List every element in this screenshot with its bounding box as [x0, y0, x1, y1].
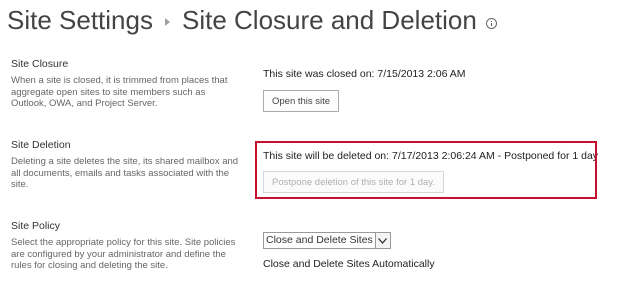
page-title: Site Closure and Deletion [181, 4, 477, 35]
page-header: Site Settings Site Closure and Deletion [7, 2, 497, 38]
site-deletion-description: Deleting a site deletes the site, its sh… [11, 156, 239, 190]
site-policy-description: Select the appropriate policy for this s… [11, 237, 236, 271]
site-deletion-heading: Site Deletion [11, 139, 71, 151]
site-policy-detail: Close and Delete Sites Automatically [263, 258, 435, 270]
site-policy-select[interactable]: Close and Delete Sites [263, 232, 391, 249]
open-site-button[interactable]: Open this site [263, 90, 340, 112]
chevron-down-icon[interactable] [374, 233, 390, 248]
deletion-highlight-box [255, 141, 597, 199]
site-closed-status: This site was closed on: 7/15/2013 2:06 … [263, 68, 466, 80]
breadcrumb-site-settings[interactable]: Site Settings [7, 5, 153, 36]
info-icon[interactable] [485, 17, 497, 29]
site-policy-selected-value: Close and Delete Sites [266, 234, 373, 246]
site-policy-heading: Site Policy [11, 220, 61, 232]
site-closure-description: When a site is closed, it is trimmed fro… [11, 75, 228, 109]
chevron-right-icon [164, 18, 170, 26]
site-closure-heading: Site Closure [11, 58, 69, 70]
